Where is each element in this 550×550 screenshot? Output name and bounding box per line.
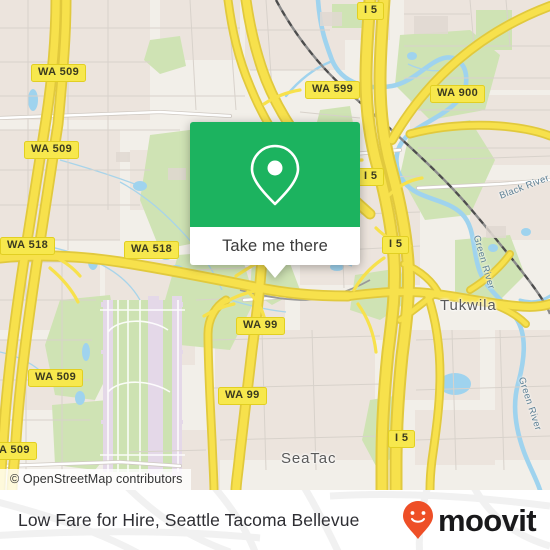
screenshot-root: I 5 WA 509 WA 599 WA 900 WA 509 I 5 WA 518 WA 5… [0,0,550,550]
moovit-wordmark: moovit [437,502,537,538]
road-shield-wa509-mid: WA 509 [24,141,80,160]
place-label-seatac: SeaTac [281,450,337,467]
moovit-smiley-pin-icon [402,501,433,539]
road-shield-wa518-mid: WA 518 [124,241,180,260]
place-label-tukwila: Tukwila [440,297,497,314]
road-shield-wa900: WA 900 [430,85,486,104]
callout-tail [264,265,286,278]
road-shield-wa509-low: WA 509 [28,369,84,388]
osm-attribution[interactable]: © OpenStreetMap contributors [0,469,191,490]
callout-icon-panel [190,122,360,227]
page-title: Low Fare for Hire, Seattle Tacoma Bellev… [18,509,360,530]
road-shield-wa518-left: WA 518 [0,237,56,256]
road-shield-i5-right: I 5 [382,236,410,255]
callout-action-panel[interactable]: Take me there [190,227,360,278]
take-me-there-callout[interactable]: Take me there [190,122,360,278]
road-shield-wa599: WA 599 [305,81,361,100]
road-shield-i5-top: I 5 [357,2,385,21]
take-me-there-label: Take me there [222,236,328,255]
map-pin-icon [250,144,300,205]
road-shield-wa99-low: WA 99 [218,387,267,406]
road-shield-i5-bottom: I 5 [388,430,416,449]
road-shield-i5-mid: I 5 [357,168,385,187]
road-shield-wa509-top: WA 509 [31,64,87,83]
map-canvas[interactable]: I 5 WA 509 WA 599 WA 900 WA 509 I 5 WA 518 WA 5… [0,0,550,490]
footer-bar: Low Fare for Hire, Seattle Tacoma Bellev… [0,490,550,550]
road-shield-wa509-bottom: A 509 [0,442,37,461]
road-shield-wa99-top: WA 99 [236,317,285,336]
moovit-brand[interactable]: moovit [402,490,537,550]
